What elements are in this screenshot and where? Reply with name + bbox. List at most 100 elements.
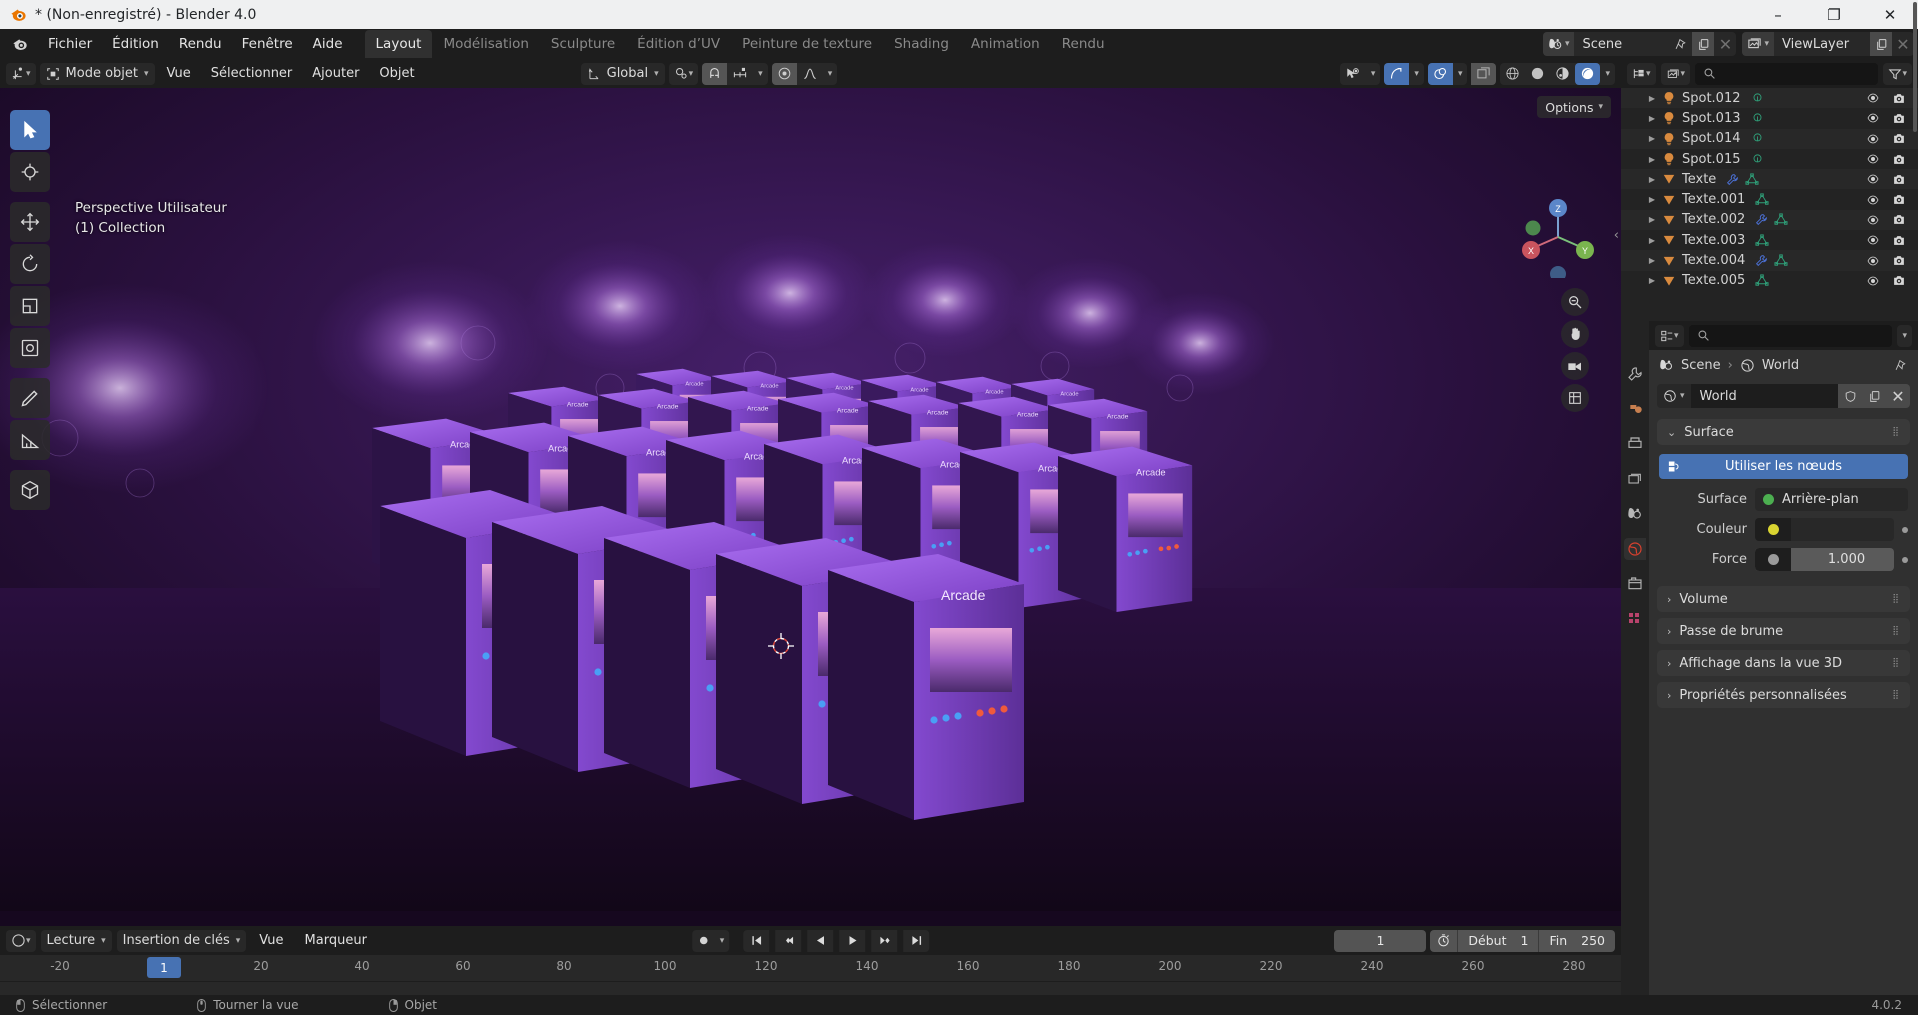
outliner-visibility-toggles[interactable] (1866, 92, 1906, 105)
panel-grip-icon[interactable]: ⣿ (1892, 594, 1900, 603)
move-tool[interactable] (10, 202, 50, 242)
expand-arrow-icon[interactable]: ▶ (1645, 155, 1659, 164)
measure-tool[interactable] (10, 420, 50, 460)
timeline-menu-vue[interactable]: Vue (251, 930, 291, 951)
menu-aide[interactable]: Aide (303, 32, 353, 56)
surface-panel-header[interactable]: ⌄ Surface ⣿ (1657, 419, 1910, 445)
transform-orientation-selector[interactable]: Global ▾ (580, 62, 665, 85)
workspace-tab-sculpture[interactable]: Sculpture (540, 30, 626, 58)
world-name-field[interactable]: World (1690, 384, 1838, 408)
strength-socket-swatch[interactable] (1755, 548, 1791, 571)
pin-scene-icon[interactable] (1670, 32, 1692, 56)
eye-icon[interactable] (1866, 255, 1880, 267)
camera-render-icon[interactable] (1892, 112, 1906, 125)
timeline-menu-keying[interactable]: Insertion de clés ▾ (116, 929, 247, 952)
viewport-display-panel-header[interactable]: › Affichage dans la vue 3D ⣿ (1657, 650, 1910, 676)
expand-arrow-icon[interactable]: ▶ (1645, 94, 1659, 103)
play-reverse-button[interactable] (807, 929, 834, 952)
expand-arrow-icon[interactable]: ▶ (1645, 175, 1659, 184)
timeline-scrubbing-area[interactable]: -20 20 40 60 80 100 120 140 160 180 200 … (0, 955, 1621, 981)
tool-tab-icon[interactable] (1624, 363, 1646, 385)
snapping-controls[interactable]: ▾ (702, 62, 768, 85)
eye-icon[interactable] (1866, 92, 1880, 104)
outliner-filter-button[interactable]: ▾ (1883, 62, 1912, 85)
outliner-visibility-toggles[interactable] (1866, 173, 1906, 186)
outliner-visibility-toggles[interactable] (1866, 213, 1906, 226)
mesh-data-icon[interactable] (1774, 213, 1788, 226)
outliner-row[interactable]: ▶ Texte.003 (1621, 230, 1918, 250)
eye-icon[interactable] (1866, 234, 1880, 246)
camera-render-icon[interactable] (1892, 254, 1906, 267)
zoom-icon[interactable] (1561, 288, 1589, 316)
minimize-button[interactable]: – (1750, 0, 1806, 29)
object-visibility-icon[interactable] (1340, 63, 1366, 85)
scene-selector[interactable]: ▾ Scene ✕ (1542, 32, 1737, 56)
viewport-menu-ajouter[interactable]: Ajouter (304, 63, 367, 84)
outliner-row[interactable]: ▶ Spot.012 (1621, 88, 1918, 109)
jump-to-end-button[interactable] (903, 929, 930, 952)
next-keyframe-button[interactable] (871, 929, 898, 952)
workspace-tab-rendu[interactable]: Rendu (1051, 30, 1116, 58)
texture-tab-icon[interactable] (1624, 608, 1646, 630)
xray-toggle[interactable] (1471, 62, 1497, 85)
toggle-xray-icon[interactable] (1471, 62, 1497, 85)
sidebar-toggle-arrow-icon[interactable]: ‹ (1614, 228, 1619, 243)
expand-arrow-icon[interactable]: ▶ (1645, 256, 1659, 265)
chevron-down-icon[interactable]: ▾ (753, 63, 768, 85)
chevron-down-icon[interactable]: ▾ (1600, 63, 1615, 85)
prev-keyframe-button[interactable] (775, 929, 802, 952)
camera-render-icon[interactable] (1892, 173, 1906, 186)
proportional-edit-icon[interactable] (771, 62, 797, 85)
play-button[interactable] (839, 929, 866, 952)
chevron-down-icon[interactable]: ▾ (1366, 63, 1381, 85)
modifier-wrench-icon[interactable] (1755, 254, 1768, 267)
auto-keying-icon[interactable] (692, 930, 715, 952)
world-datablock-selector[interactable]: ▾ (1657, 384, 1691, 408)
scene-tab-icon[interactable] (1624, 503, 1646, 525)
properties-editor-type-selector[interactable]: ▾ (1655, 324, 1684, 347)
snap-increment-icon[interactable] (727, 63, 753, 85)
workspace-tab-texture-paint[interactable]: Peinture de texture (731, 30, 883, 58)
delete-viewlayer-icon[interactable]: ✕ (1892, 32, 1914, 56)
surface-shader-field[interactable]: Arrière-plan (1755, 488, 1908, 511)
annotate-tool[interactable] (10, 378, 50, 418)
breadcrumb-scene-label[interactable]: Scene (1681, 358, 1721, 373)
new-scene-icon[interactable] (1692, 32, 1715, 56)
outliner-visibility-toggles[interactable] (1866, 153, 1906, 166)
camera-render-icon[interactable] (1892, 153, 1906, 166)
expand-arrow-icon[interactable]: ▶ (1645, 134, 1659, 143)
workspace-tab-uv-editing[interactable]: Édition d’UV (626, 30, 731, 58)
outliner-row[interactable]: ▶ Texte.005 (1621, 271, 1918, 291)
rotate-tool[interactable] (10, 244, 50, 284)
mesh-data-icon[interactable] (1755, 234, 1769, 247)
mesh-data-icon[interactable] (1755, 274, 1769, 287)
expand-arrow-icon[interactable]: ▶ (1645, 114, 1659, 123)
color-field[interactable] (1755, 518, 1894, 541)
render-tab-icon[interactable] (1624, 398, 1646, 420)
snap-magnet-icon[interactable] (702, 62, 728, 85)
expand-arrow-icon[interactable]: ▶ (1645, 215, 1659, 224)
panel-grip-icon[interactable]: ⣿ (1892, 690, 1900, 699)
chevron-down-icon[interactable]: ▾ (1409, 63, 1424, 85)
scale-tool[interactable] (10, 286, 50, 326)
visibility-selectability-controls[interactable]: ▾ (1339, 62, 1381, 85)
end-frame-field[interactable]: Fin 250 (1538, 929, 1615, 952)
shading-wireframe-icon[interactable] (1500, 63, 1525, 85)
panel-grip-icon[interactable]: ⣿ (1892, 626, 1900, 635)
3d-viewport[interactable]: Arcade Arcade Arcade Arcade Arcade Arcad… (0, 88, 1621, 926)
mode-label[interactable]: Mode objet (66, 66, 138, 81)
timeline-channel-area[interactable] (0, 981, 1621, 995)
pivot-point-selector[interactable]: ▾ (668, 62, 699, 85)
shading-mode-selector[interactable]: ▾ (1500, 62, 1615, 85)
pin-id-icon[interactable] (1895, 359, 1908, 372)
delete-scene-icon[interactable]: ✕ (1714, 32, 1736, 56)
tweak-select-tool[interactable] (10, 110, 50, 150)
workspace-tab-animation[interactable]: Animation (960, 30, 1051, 58)
camera-render-icon[interactable] (1892, 234, 1906, 247)
use-preview-range-button[interactable] (1430, 930, 1457, 952)
timeline-playhead[interactable]: 1 (147, 957, 181, 978)
gizmo-controls[interactable]: ▾ (1384, 62, 1424, 85)
outliner-visibility-toggles[interactable] (1866, 193, 1906, 206)
new-world-icon[interactable] (1862, 384, 1886, 408)
viewport-menu-objet[interactable]: Objet (371, 63, 422, 84)
